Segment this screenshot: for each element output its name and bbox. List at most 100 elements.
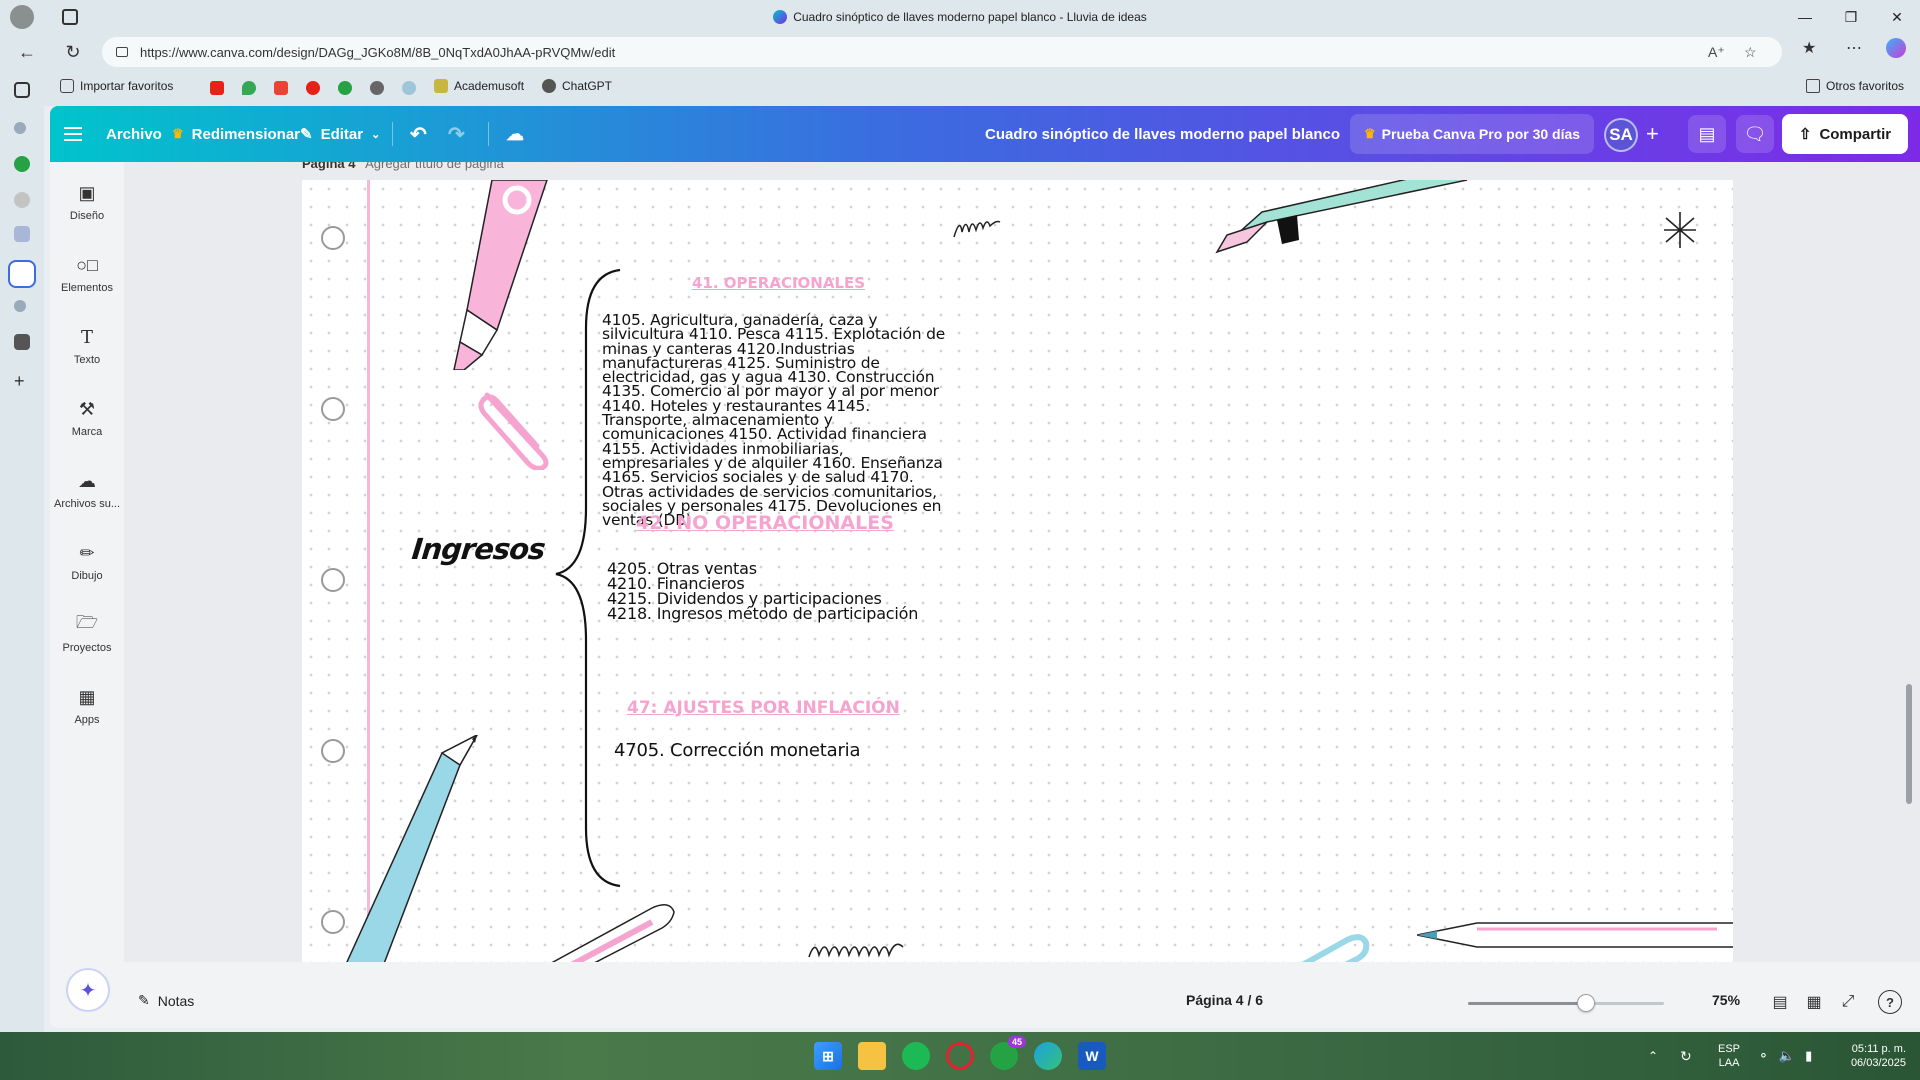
bookmark-import[interactable]: Importar favoritos — [60, 79, 173, 93]
canva-side-icon[interactable] — [8, 260, 36, 288]
magic-assistant-button[interactable]: ✦ — [66, 968, 110, 1012]
edit-button[interactable]: ✎ Editar ⌄ — [300, 106, 380, 162]
vertical-scrollbar[interactable] — [1906, 684, 1912, 804]
resize-button[interactable]: ♛ Redimensionar — [172, 106, 300, 162]
favorites-list-icon[interactable]: ★ — [1802, 38, 1816, 58]
file-explorer-icon[interactable] — [858, 1042, 886, 1070]
ajustes-list[interactable]: 4705. Corrección monetaria — [614, 742, 860, 760]
fullscreen-icon[interactable]: ⤢ — [1836, 990, 1860, 1014]
back-arrow-icon[interactable]: ← — [10, 37, 44, 67]
clock-date: 06/03/2025 — [1850, 1057, 1906, 1069]
heading-operacionales[interactable]: 41. OPERACIONALES — [692, 274, 865, 292]
archivo-button[interactable]: Archivo — [106, 106, 162, 162]
nav-dibujo[interactable]: ✏ Dibujo — [50, 542, 124, 583]
add-collaborator-button[interactable]: + — [1646, 106, 1659, 162]
shapes-icon: ○□ — [76, 254, 98, 275]
whatsapp-taskbar-icon[interactable]: 45 — [990, 1036, 1026, 1070]
main-title-ingresos[interactable]: Ingresos — [410, 532, 546, 566]
no-operacionales-list[interactable]: 4205. Otras ventas 4210. Financieros 421… — [607, 561, 918, 622]
page-label[interactable]: Página 4 Agregar título de página — [302, 162, 504, 171]
analytics-button[interactable]: ▤ — [1688, 115, 1726, 153]
maps-icon[interactable] — [242, 81, 256, 95]
word-icon[interactable]: W — [1078, 1042, 1106, 1070]
tray-chevron-icon[interactable]: ⌃ — [1648, 1032, 1658, 1080]
bookmark-academusoft[interactable]: Academusoft — [434, 79, 524, 93]
pro-trial-button[interactable]: ♛ Prueba Canva Pro por 30 días — [1350, 114, 1595, 154]
gmail-icon[interactable] — [274, 81, 288, 95]
copilot-icon[interactable] — [1886, 38, 1906, 58]
docs-icon[interactable] — [14, 226, 30, 242]
restore-icon[interactable]: ❐ — [1828, 0, 1874, 34]
menu-button[interactable] — [64, 106, 82, 162]
youtube-icon[interactable] — [210, 81, 224, 95]
nav-marca[interactable]: ⚒ Marca — [50, 398, 124, 439]
redo-button[interactable]: ↷ — [448, 106, 465, 162]
share-button[interactable]: ⇧ Compartir — [1782, 114, 1908, 154]
nav-texto[interactable]: T Texto — [50, 326, 124, 367]
read-aloud-icon[interactable]: A⁺ — [1708, 44, 1725, 61]
zoom-slider[interactable] — [1468, 994, 1664, 1012]
heading-no-operacionales[interactable]: 42. NO OPERACIONALES — [636, 512, 894, 534]
plus-icon: + — [1646, 121, 1659, 146]
heading-ajustes-inflacion[interactable]: 47: AJUSTES POR INFLACIÓN — [627, 698, 900, 718]
user-avatar[interactable]: SA — [1604, 118, 1638, 152]
notes-button[interactable]: ✎ Notas — [138, 992, 194, 1009]
mint-pen-illustration — [1215, 180, 1467, 254]
zoom-value: 75% — [1712, 992, 1741, 1008]
bookmark-chatgpt[interactable]: ChatGPT — [542, 79, 612, 93]
add-icon[interactable]: + — [14, 372, 30, 390]
search-icon[interactable] — [14, 122, 26, 134]
tabs-icon[interactable] — [14, 82, 30, 98]
bookmark-label: Importar favoritos — [80, 79, 174, 93]
doc-title[interactable]: Cuadro sinóptico de llaves moderno papel… — [985, 106, 1340, 162]
favorite-star-icon[interactable]: ☆ — [1744, 44, 1757, 61]
extension-icon[interactable] — [14, 192, 30, 208]
workspaces-icon[interactable] — [62, 9, 78, 25]
nav-proyectos[interactable]: 🗁 Proyectos — [50, 612, 124, 654]
comment-icon: 🗨 — [1743, 123, 1767, 144]
minimize-icon[interactable]: — — [1782, 0, 1828, 34]
comments-button[interactable]: 🗨 — [1736, 115, 1774, 153]
nav-apps[interactable]: ▦ Apps — [50, 686, 124, 727]
opera-icon[interactable] — [946, 1042, 974, 1070]
url-field[interactable]: https://www.canva.com/design/DAGg_JGKo8M… — [102, 37, 1782, 67]
windows-start-icon[interactable]: ⊞ — [814, 1042, 842, 1070]
language-indicator[interactable]: ESP LAA — [1718, 1032, 1740, 1080]
zoom-slider-knob[interactable] — [1576, 994, 1595, 1012]
whatsapp-icon[interactable] — [338, 81, 352, 95]
bookmark-other-folder[interactable]: Otros favoritos — [1806, 79, 1904, 93]
youtube-music-icon[interactable] — [306, 81, 320, 95]
grid-view-icon[interactable]: ▦ — [1802, 990, 1826, 1014]
github-icon[interactable] — [370, 81, 384, 95]
pink-pen-bottom-illustration — [551, 904, 675, 962]
clock[interactable]: 05:11 p. m. 06/03/2025 — [1834, 1032, 1906, 1080]
url-text: https://www.canva.com/design/DAGg_JGKo8M… — [140, 44, 616, 60]
nav-archivos-subidos[interactable]: ☁ Archivos su... — [50, 470, 124, 511]
reload-icon[interactable]: ↻ — [56, 37, 90, 67]
search-small-icon[interactable] — [14, 300, 26, 312]
whatsapp-side-icon[interactable] — [14, 156, 30, 172]
zoom-percentage[interactable]: 75% — [1712, 992, 1740, 1008]
undo-button[interactable]: ↶ — [410, 106, 427, 162]
speaker-icon[interactable] — [14, 334, 30, 350]
help-icon[interactable]: ? — [1878, 990, 1902, 1014]
resize-label: Redimensionar — [191, 125, 301, 143]
page-indicator[interactable]: Página 4 / 6 — [1186, 992, 1263, 1008]
more-menu-icon[interactable]: ⋯ — [1846, 38, 1862, 58]
design-page[interactable]: Ingresos 41. OPERACIONALES 4105. Agricul… — [302, 180, 1733, 962]
edge-browser-icon[interactable] — [1034, 1042, 1062, 1070]
operacionales-body-text[interactable]: 4105. Agricultura, ganadería, caza y sil… — [602, 312, 954, 528]
globe-icon[interactable] — [402, 81, 416, 95]
nav-diseno[interactable]: ▣ Diseño — [50, 182, 124, 223]
page-title-placeholder[interactable]: Agregar título de página — [365, 162, 504, 171]
text-icon: T — [80, 326, 93, 348]
sync-icon[interactable]: ↻ — [1680, 1032, 1692, 1080]
system-icons[interactable]: ⚬ 🔈 ▮ — [1758, 1032, 1812, 1080]
spotify-icon[interactable] — [902, 1042, 930, 1070]
nav-elementos[interactable]: ○□ Elementos — [50, 254, 124, 295]
close-icon[interactable]: ✕ — [1874, 0, 1920, 34]
page-view-icon[interactable]: ▤ — [1768, 990, 1792, 1014]
cloud-save-button[interactable]: ☁ — [506, 106, 524, 162]
battery-icon: ▮ — [1805, 1048, 1813, 1063]
profile-avatar[interactable] — [10, 5, 34, 29]
